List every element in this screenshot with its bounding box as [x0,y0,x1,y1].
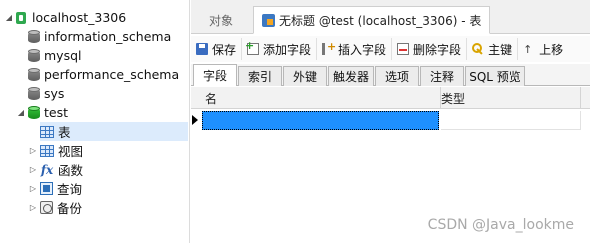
designer-toolbar: 保存 添加字段 插入字段 删除字段 主键 ↑ 上移 [191,36,590,62]
tree-item-connection[interactable]: ◢ localhost_3306 [4,8,126,27]
expand-arrow-icon[interactable]: ▷ [28,203,38,212]
table-row[interactable] [191,111,590,131]
tab-objects[interactable]: 对象 [201,6,241,34]
arrow-up-icon: ↑ [523,43,533,56]
database-icon [28,29,40,44]
tree-item-functions[interactable]: ▷ fx 函数 [28,160,83,179]
tab-label: 选项 [384,70,409,84]
navigation-tree: ◢ localhost_3306 information_schema mysq… [0,0,190,243]
button-label: 删除字段 [413,42,462,57]
tree-item-backups[interactable]: ▷ 备份 [28,198,82,217]
delete-field-icon [397,43,410,55]
tab-options[interactable]: 选项 [375,66,419,86]
database-icon [28,86,40,101]
table-designer: 对象 无标题 @test (localhost_3306) - 表 保存 添加字… [191,0,590,243]
tree-item-database[interactable]: performance_schema [28,65,179,84]
tab-label: SQL 预览 [469,70,521,84]
tab-label: 无标题 @test (localhost_3306) - 表 [279,13,482,28]
document-tab-bar: 对象 无标题 @test (localhost_3306) - 表 [191,0,590,34]
tree-item-database[interactable]: mysql [28,46,82,65]
expand-arrow-icon[interactable]: ▷ [28,146,38,155]
delete-field-button[interactable]: 删除字段 [392,38,468,60]
tree-item-label: localhost_3306 [32,10,127,25]
fields-grid: 名 类型 [191,87,590,147]
primary-key-button[interactable]: 主键 [467,38,519,60]
tab-indexes[interactable]: 索引 [238,66,282,86]
column-header-name[interactable]: 名 [201,87,441,109]
backup-icon [40,201,53,214]
button-label: 插入字段 [338,42,387,57]
tree-item-label: 函数 [58,163,84,178]
connection-icon [14,11,28,25]
column-label: 类型 [441,91,466,106]
expand-arrow-icon[interactable]: ▷ [28,165,38,174]
tree-item-label: 备份 [57,201,83,216]
tab-label: 字段 [202,69,227,83]
tab-label: 外键 [292,70,317,84]
query-icon [40,182,53,195]
tree-item-views[interactable]: ▷ 视图 [28,141,83,160]
tree-item-database-test[interactable]: ◢ test [16,103,68,122]
tab-label: 触发器 [332,70,369,84]
field-name-cell[interactable] [202,111,439,130]
move-up-button[interactable]: ↑ 上移 [518,38,568,60]
tab-sql-preview[interactable]: SQL 预览 [465,66,525,86]
tree-item-label: 查询 [57,182,83,197]
table-design-icon [262,13,275,27]
insert-field-icon [322,40,336,55]
tree-item-label: information_schema [44,29,172,44]
collapse-arrow-icon[interactable]: ◢ [16,108,26,117]
tree-item-label: 表 [58,125,71,140]
add-field-icon [245,39,260,55]
key-icon [472,43,484,55]
save-button[interactable]: 保存 [191,38,243,60]
table-icon [40,125,54,138]
save-icon [196,43,208,55]
add-field-button[interactable]: 添加字段 [242,38,318,60]
tab-foreign-keys[interactable]: 外键 [283,66,327,86]
button-label: 保存 [212,42,237,57]
button-label: 上移 [539,42,564,57]
current-row-indicator-icon [192,115,198,125]
tree-item-tables[interactable]: 表 [40,122,188,141]
watermark: CSDN @Java_lookme [427,217,574,233]
tab-label: 注释 [429,70,454,84]
tab-label: 对象 [209,13,234,28]
tab-label: 索引 [247,70,272,84]
database-icon [28,67,40,82]
tree-item-label: sys [44,86,65,101]
column-label: 名 [205,91,218,106]
tab-fields[interactable]: 字段 [193,64,237,86]
button-label: 主键 [488,42,513,57]
column-header-type[interactable]: 类型 [437,87,581,109]
tree-item-label: mysql [44,48,82,63]
tree-item-queries[interactable]: ▷ 查询 [28,179,82,198]
grid-header: 名 类型 [191,87,590,109]
button-label: 添加字段 [263,42,312,57]
tree-item-database[interactable]: information_schema [28,27,171,46]
tree-item-label: performance_schema [44,67,180,82]
tree-item-database[interactable]: sys [28,84,64,103]
field-type-cell[interactable] [441,111,581,130]
expand-arrow-icon[interactable]: ▷ [28,184,38,193]
database-icon [28,105,40,120]
database-icon [28,48,40,63]
tab-triggers[interactable]: 触发器 [328,66,374,86]
tab-comment[interactable]: 注释 [420,66,464,86]
tree-item-label: test [44,105,69,120]
tab-table-designer[interactable]: 无标题 @test (localhost_3306) - 表 [253,6,491,34]
designer-section-tabs: 字段 索引 外键 触发器 选项 注释 SQL 预览 [191,64,590,86]
insert-field-button[interactable]: 插入字段 [317,38,393,60]
view-icon [40,144,54,157]
tree-item-label: 视图 [58,144,84,159]
function-icon: fx [40,162,54,177]
collapse-arrow-icon[interactable]: ◢ [4,13,14,22]
